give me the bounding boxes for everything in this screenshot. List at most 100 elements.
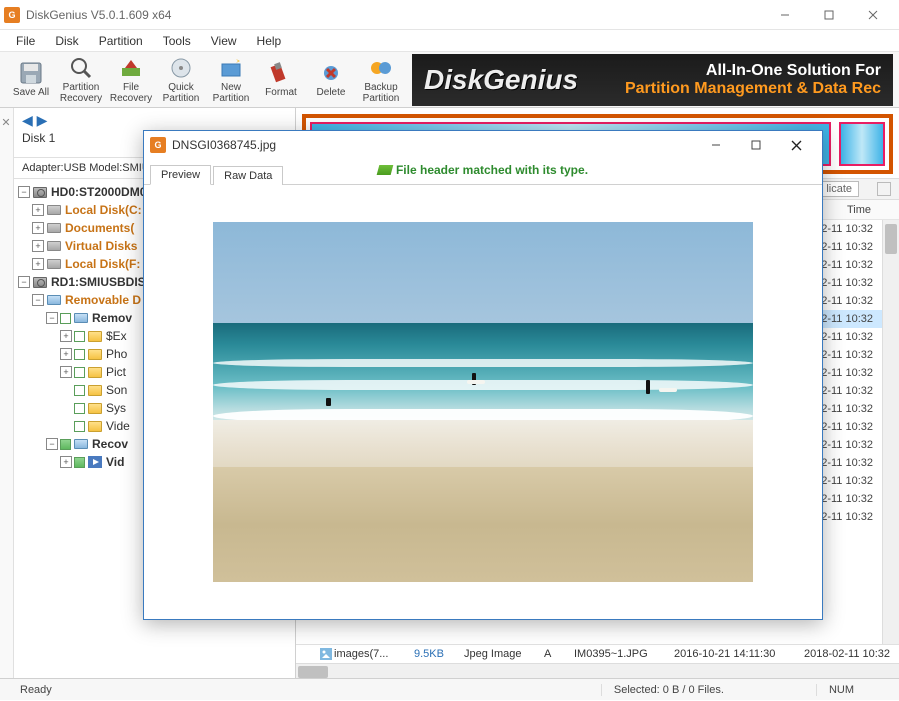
- file-attr: A: [538, 648, 568, 660]
- expander-icon[interactable]: +: [32, 258, 44, 270]
- quick-partition-button[interactable]: Quick Partition: [156, 53, 206, 107]
- tree-removable-d[interactable]: Removable D: [65, 293, 141, 307]
- video-icon: [87, 455, 103, 469]
- save-all-label: Save All: [13, 88, 49, 99]
- expander-icon[interactable]: −: [46, 438, 58, 450]
- duplicate-button-fragment[interactable]: licate: [819, 181, 859, 197]
- expander-icon[interactable]: −: [32, 294, 44, 306]
- tree-rd1[interactable]: RD1:SMIUSBDIS: [51, 275, 146, 289]
- expander-icon[interactable]: +: [60, 366, 72, 378]
- expander-icon[interactable]: +: [32, 222, 44, 234]
- panel-close-icon[interactable]: ✕: [0, 112, 12, 132]
- tree-local-c[interactable]: Local Disk(C:: [65, 203, 142, 217]
- nav-prev-icon[interactable]: ◀: [22, 112, 33, 128]
- tree-hd0[interactable]: HD0:ST2000DM0: [51, 185, 146, 199]
- new-partition-label: New Partition: [213, 83, 250, 104]
- format-button[interactable]: Format: [256, 53, 306, 107]
- tree-documents[interactable]: Documents(: [65, 221, 134, 235]
- format-icon: [268, 60, 294, 86]
- vertical-scrollbar[interactable]: [882, 220, 899, 678]
- checkbox[interactable]: [74, 349, 85, 360]
- file-size: 9.5KB: [408, 648, 458, 660]
- delete-button[interactable]: Delete: [306, 53, 356, 107]
- folder-icon: [87, 383, 103, 397]
- expander-icon[interactable]: +: [60, 330, 72, 342]
- menu-disk[interactable]: Disk: [45, 32, 88, 50]
- menu-partition[interactable]: Partition: [89, 32, 153, 50]
- delete-icon: [318, 60, 344, 86]
- drive-icon: [46, 203, 62, 217]
- removable-icon: [73, 311, 89, 325]
- drive-icon: [46, 257, 62, 271]
- close-button[interactable]: [851, 1, 895, 29]
- tree-folder[interactable]: Son: [106, 383, 127, 397]
- preview-image: [213, 222, 753, 582]
- partition-segment[interactable]: [839, 122, 885, 166]
- menu-view[interactable]: View: [201, 32, 247, 50]
- checkbox[interactable]: [60, 313, 71, 324]
- partition-recovery-label: Partition Recovery: [60, 83, 102, 104]
- tree-folder[interactable]: Vide: [106, 419, 130, 433]
- partition-recovery-button[interactable]: Partition Recovery: [56, 53, 106, 107]
- hdd-icon: [32, 275, 48, 289]
- checkbox-checked[interactable]: [60, 439, 71, 450]
- tree-vid[interactable]: Vid: [106, 455, 124, 469]
- menu-help[interactable]: Help: [247, 32, 292, 50]
- backup-partition-button[interactable]: Backup Partition: [356, 53, 406, 107]
- preview-maximize-button[interactable]: [736, 133, 776, 157]
- preview-tabs: Preview Raw Data File header matched wit…: [144, 159, 822, 185]
- expander-icon[interactable]: +: [32, 204, 44, 216]
- checkbox-checked[interactable]: [74, 457, 85, 468]
- nav-next-icon[interactable]: ▶: [37, 112, 48, 128]
- preview-title-bar: G DNSGI0368745.jpg: [144, 131, 822, 159]
- folder-icon: [87, 401, 103, 415]
- preview-body: [144, 185, 822, 619]
- quick-partition-label: Quick Partition: [163, 83, 200, 104]
- checkbox[interactable]: [74, 421, 85, 432]
- menu-file[interactable]: File: [6, 32, 45, 50]
- preview-window: G DNSGI0368745.jpg Preview Raw Data File…: [143, 130, 823, 620]
- main-area: ✕ ◀ ▶ Disk 1 Adapter:USB Model:SMIU −HD0…: [0, 108, 899, 678]
- expander-icon[interactable]: −: [18, 276, 30, 288]
- file-modified: 2018-02-11 10:32: [798, 648, 896, 660]
- tree-virtual-disks[interactable]: Virtual Disks: [65, 239, 137, 253]
- tree-folder[interactable]: Pho: [106, 347, 127, 361]
- file-recovery-button[interactable]: File Recovery: [106, 53, 156, 107]
- tree-folder[interactable]: Pict: [106, 365, 126, 379]
- file-recovery-icon: [118, 55, 144, 81]
- tab-raw-data[interactable]: Raw Data: [213, 166, 283, 185]
- expander-icon[interactable]: −: [18, 186, 30, 198]
- expander-icon[interactable]: +: [60, 348, 72, 360]
- toolbar: Save All Partition Recovery File Recover…: [0, 52, 899, 108]
- preview-minimize-button[interactable]: [696, 133, 736, 157]
- save-all-button[interactable]: Save All: [6, 53, 56, 107]
- new-partition-button[interactable]: New Partition: [206, 53, 256, 107]
- banner-tag1: All-In-One Solution For: [625, 62, 881, 80]
- checkbox[interactable]: [74, 403, 85, 414]
- expander-icon[interactable]: +: [60, 456, 72, 468]
- tree-folder[interactable]: $Ex: [106, 329, 127, 343]
- tree-remov[interactable]: Remov: [92, 311, 132, 325]
- tab-preview[interactable]: Preview: [150, 165, 211, 185]
- checkbox[interactable]: [74, 385, 85, 396]
- checkbox[interactable]: [74, 331, 85, 342]
- title-bar: G DiskGenius V5.0.1.609 x64: [0, 0, 899, 30]
- backup-icon: [368, 55, 394, 81]
- tree-local-f[interactable]: Local Disk(F:: [65, 257, 140, 271]
- maximize-button[interactable]: [807, 1, 851, 29]
- tree-folder[interactable]: Sys: [106, 401, 126, 415]
- expander-icon[interactable]: −: [46, 312, 58, 324]
- tree-recov[interactable]: Recov: [92, 437, 128, 451]
- preview-close-button[interactable]: [776, 133, 816, 157]
- status-selected: Selected: 0 B / 0 Files.: [601, 684, 736, 696]
- horizontal-scrollbar[interactable]: [296, 663, 899, 678]
- table-row[interactable]: images(7... 9.5KB Jpeg Image A IM0395~1.…: [296, 645, 899, 663]
- menu-tools[interactable]: Tools: [153, 32, 201, 50]
- app-icon: G: [4, 7, 20, 23]
- check-icon: [377, 165, 394, 175]
- minimize-button[interactable]: [763, 1, 807, 29]
- expander-icon[interactable]: +: [32, 240, 44, 252]
- checkbox[interactable]: [74, 367, 85, 378]
- hdd-icon: [32, 185, 48, 199]
- file-shortname: IM0395~1.JPG: [568, 648, 668, 660]
